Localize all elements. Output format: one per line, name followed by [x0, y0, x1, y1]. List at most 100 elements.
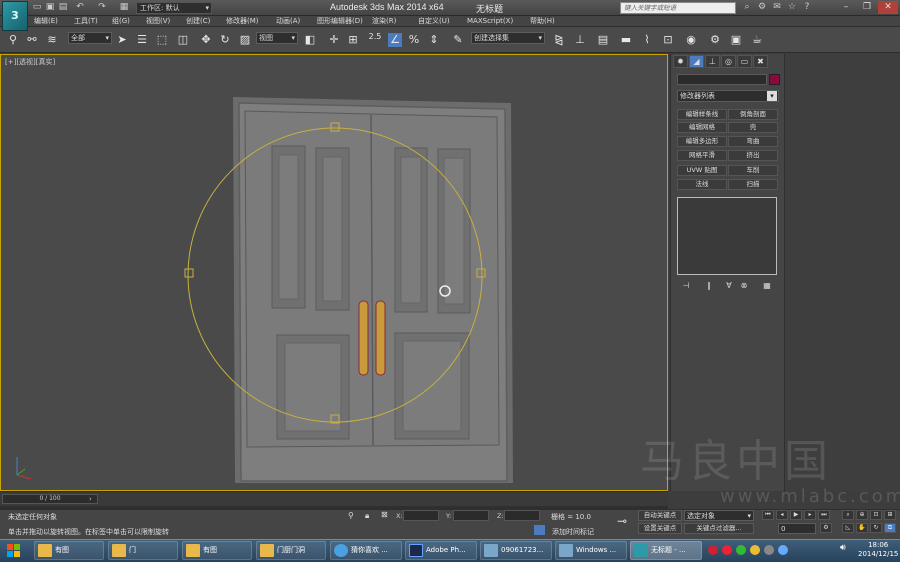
field-of-view-icon[interactable]: ◺ — [842, 523, 854, 533]
help-icon[interactable]: ? — [801, 2, 813, 13]
add-time-tag-label[interactable]: 添加时间标记 — [552, 527, 594, 537]
graphite-ribbon-icon[interactable]: ▬ — [619, 33, 633, 47]
bind-spacewarp-icon[interactable]: ≋ — [45, 33, 59, 47]
schematic-view-icon[interactable]: ⊡ — [661, 33, 675, 47]
subscription-icon[interactable]: ⚙ — [756, 2, 768, 13]
spinner-snap-icon[interactable]: ⇕ — [427, 33, 441, 47]
modifier-button[interactable]: 弯曲 — [728, 136, 778, 147]
auto-key-button[interactable]: 自动关键点 — [638, 510, 682, 521]
menu-group[interactable]: 组(G) — [112, 16, 130, 27]
pivot-center-icon[interactable]: ◧ — [303, 33, 317, 47]
taskbar-item[interactable]: 有图 — [34, 541, 104, 560]
remove-modifier-icon[interactable]: ⊗ — [737, 281, 751, 291]
search-icon[interactable]: ⌕ — [741, 2, 753, 13]
goto-start-icon[interactable]: ⏮ — [762, 510, 774, 520]
menu-create[interactable]: 创建(C) — [186, 16, 210, 27]
tray-app-icon[interactable] — [722, 545, 732, 555]
named-selection-select[interactable]: 创建选择集 ▾ — [471, 32, 545, 44]
rect-selection-icon[interactable]: ⬚ — [155, 33, 169, 47]
menu-edit[interactable]: 编辑(E) — [34, 16, 58, 27]
taskbar-item[interactable]: 门厨门洞 — [256, 541, 326, 560]
menu-rendering[interactable]: 渲染(R) — [372, 16, 396, 27]
taskbar-clock[interactable]: 18:06 2014/12/15 — [858, 541, 898, 559]
curve-editor-icon[interactable]: ⌇ — [640, 33, 654, 47]
set-key-icon[interactable]: ⊸ — [617, 514, 627, 528]
project-folder-icon[interactable]: ▦ — [118, 2, 130, 13]
play-icon[interactable]: ▶ — [790, 510, 802, 520]
z-coord-field[interactable] — [504, 510, 540, 521]
link-icon[interactable]: ⚲ — [6, 33, 20, 47]
key-mode-select[interactable]: 选定对象 ▾ — [684, 510, 754, 521]
menu-modifiers[interactable]: 修改器(M) — [226, 16, 259, 27]
key-filters-button[interactable]: 关键点过滤器... — [684, 523, 754, 534]
save-file-icon[interactable]: ▤ — [57, 2, 69, 13]
favorites-icon[interactable]: ☆ — [786, 2, 798, 13]
taskbar-item[interactable]: 猜你喜欢 ... — [330, 541, 402, 560]
lock-icon[interactable]: 🔒︎ — [365, 511, 369, 521]
align-icon[interactable]: ⊥ — [573, 33, 587, 47]
modifier-button[interactable]: UVW 贴图 — [677, 165, 727, 176]
menu-help[interactable]: 帮助(H) — [530, 16, 555, 27]
modifier-button[interactable]: 车削 — [728, 165, 778, 176]
taskbar-item[interactable]: Adobe Ph... — [405, 541, 477, 560]
current-frame-field[interactable]: 0 — [778, 523, 816, 534]
time-config-icon[interactable]: ⚙ — [820, 523, 832, 533]
rotate-icon[interactable]: ↻ — [218, 33, 232, 47]
modifier-button[interactable]: 编辑多边形 — [677, 136, 727, 147]
app-logo-button[interactable]: 3 — [2, 1, 28, 31]
modifier-button[interactable]: 网格平滑 — [677, 150, 727, 161]
show-end-result-icon[interactable]: ∥ — [702, 281, 716, 291]
orbit-icon[interactable]: ↻ — [870, 523, 882, 533]
menu-views[interactable]: 视图(V) — [146, 16, 170, 27]
time-tag-icon[interactable] — [534, 525, 545, 535]
redo-icon[interactable]: ↷ — [96, 2, 108, 13]
tray-network-icon[interactable] — [778, 545, 788, 555]
workspace-select[interactable]: 工作区: 默认 ▾ — [136, 2, 212, 14]
tray-app-icon[interactable] — [750, 545, 760, 555]
material-editor-icon[interactable]: ◉ — [684, 33, 698, 47]
mirror-icon[interactable]: ⧎ — [552, 33, 566, 47]
menu-graph-editors[interactable]: 图形编辑器(D) — [317, 16, 363, 27]
select-object-icon[interactable]: ➤ — [115, 33, 129, 47]
tray-record-icon[interactable] — [708, 545, 718, 555]
angle-snap-icon[interactable]: ∠ — [388, 33, 402, 47]
prev-frame-icon[interactable]: ◂ — [776, 510, 788, 520]
layer-manager-icon[interactable]: ▤ — [596, 33, 610, 47]
snap-toggle-icon[interactable]: 2.5 — [368, 30, 382, 44]
goto-end-icon[interactable]: ⏭ — [818, 510, 830, 520]
pan-icon[interactable]: ✋ — [856, 523, 868, 533]
taskbar-item[interactable]: 门 — [108, 541, 178, 560]
open-file-icon[interactable]: ▣ — [44, 2, 56, 13]
select-by-name-icon[interactable]: ☰ — [135, 33, 149, 47]
window-crossing-icon[interactable]: ◫ — [176, 33, 190, 47]
selection-filter-select[interactable]: 全部 ▾ — [68, 32, 112, 44]
modify-tab-icon[interactable]: ◢ — [689, 55, 704, 68]
motion-tab-icon[interactable]: ◎ — [721, 55, 736, 68]
menu-tools[interactable]: 工具(T) — [74, 16, 98, 27]
absolute-mode-icon[interactable]: ⊠ — [381, 510, 388, 519]
modifier-button[interactable]: 编辑样条线 — [677, 109, 727, 120]
zoom-all-icon[interactable]: ⊕ — [856, 510, 868, 520]
next-frame-icon[interactable]: › — [89, 495, 92, 503]
restore-button[interactable]: ❐ — [857, 1, 877, 14]
display-tab-icon[interactable]: ▭ — [737, 55, 752, 68]
unlink-icon[interactable]: ⚯ — [25, 33, 39, 47]
render-icon[interactable]: ☕ — [750, 33, 764, 47]
scale-icon[interactable]: ▨ — [238, 33, 252, 47]
tray-security-icon[interactable] — [736, 545, 746, 555]
undo-icon[interactable]: ↶ — [74, 2, 86, 13]
modifier-stack-list[interactable] — [677, 197, 777, 275]
move-icon[interactable]: ✥ — [199, 33, 213, 47]
menu-customize[interactable]: 自定义(U) — [418, 16, 450, 27]
make-unique-icon[interactable]: ∀ — [722, 281, 736, 291]
create-tab-icon[interactable]: ✹ — [673, 55, 688, 68]
zoom-extents-all-icon[interactable]: ⊞ — [884, 510, 896, 520]
tray-settings-icon[interactable] — [764, 545, 774, 555]
start-button[interactable] — [4, 541, 24, 560]
object-name-field[interactable] — [677, 74, 767, 85]
configure-sets-icon[interactable]: ▦ — [760, 281, 774, 291]
taskbar-item-active[interactable]: 无标题 - ... — [630, 541, 702, 560]
percent-snap-icon[interactable]: % — [407, 33, 421, 47]
time-slider[interactable]: 0 / 100 — [2, 494, 98, 504]
new-file-icon[interactable]: ▭ — [31, 2, 43, 13]
